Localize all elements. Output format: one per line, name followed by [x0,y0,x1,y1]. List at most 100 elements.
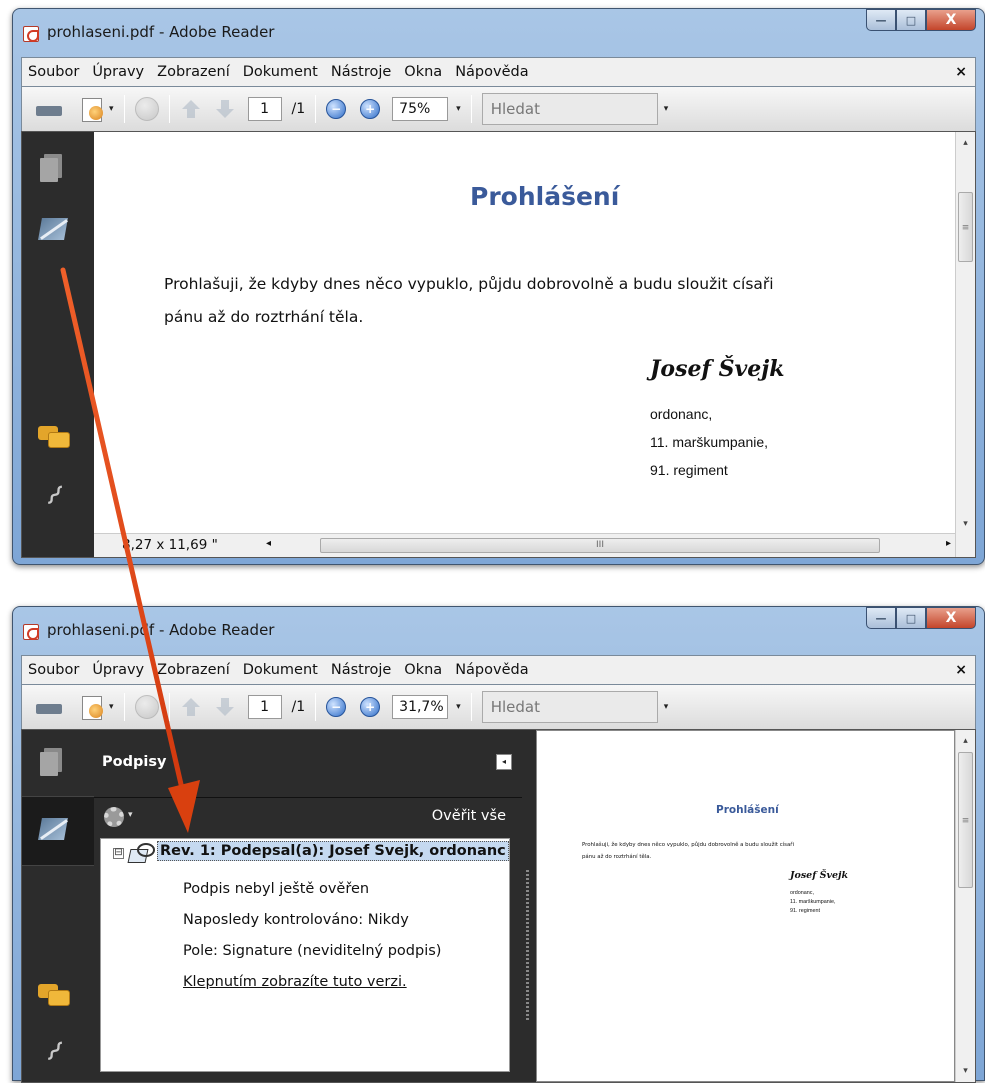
scroll-left-icon[interactable]: ◂ [266,538,271,549]
comments-icon[interactable] [36,422,72,454]
pages-icon[interactable] [36,152,72,184]
page-number-input[interactable]: 1 [247,97,282,121]
scroll-thumb[interactable]: ≡ [958,752,973,888]
page-total: /1 [291,699,306,715]
search-input[interactable]: Hledat [481,691,658,723]
attachments-icon[interactable]: ⌇ [30,1028,78,1076]
title-bar[interactable]: prohlaseni.pdf - Adobe Reader — □ X [21,9,976,57]
zoom-out-icon[interactable]: − [326,697,347,717]
horizontal-scroll-thumb[interactable]: III [320,538,880,553]
next-page-icon[interactable] [214,696,236,718]
page-size-label: 8,27 x 11,69 " [122,537,218,553]
menu-okna[interactable]: Okna [404,64,442,80]
menu-nastroje[interactable]: Nástroje [331,662,391,678]
menu-bar: Soubor Úpravy Zobrazení Dokument Nástroj… [21,57,976,87]
menu-soubor[interactable]: Soubor [28,64,79,80]
comments-icon[interactable] [36,980,72,1012]
signatures-list: ⊟ Rev. 1: Podepsal(a): Josef Svejk, ordo… [100,838,510,1072]
signatures-panel-title: Podpisy [102,754,167,770]
page-number-input[interactable]: 1 [247,695,282,719]
document-view[interactable]: Prohlášení Prohlašuji, že kdyby dnes něc… [536,730,955,1082]
scroll-down-icon[interactable]: ▾ [956,1066,975,1076]
menu-napoveda[interactable]: Nápověda [455,64,528,80]
zoom-level-field[interactable]: 31,7% [392,695,449,719]
horizontal-scrollbar[interactable]: ◂ III ▸ [262,536,955,554]
menu-upravy[interactable]: Úpravy [92,662,144,678]
zoom-in-icon[interactable]: + [360,697,381,717]
previous-page-icon[interactable] [180,696,202,718]
scroll-thumb[interactable]: ≡ [958,192,973,262]
document-view[interactable]: Prohlášení Prohlašuji, že kdyby dnes něc… [94,132,975,557]
panel-resize-handle[interactable] [522,730,536,1082]
zoom-dropdown-icon[interactable]: ▾ [456,702,461,712]
share-icon[interactable] [134,97,159,121]
menu-zobrazeni[interactable]: Zobrazení [157,662,230,678]
menu-napoveda[interactable]: Nápověda [455,662,528,678]
search-input[interactable]: Hledat [481,93,658,125]
scroll-up-icon[interactable]: ▴ [956,138,975,148]
collaborate-icon[interactable] [80,694,106,720]
minimize-button[interactable]: — [866,9,896,31]
collapse-tree-icon[interactable]: ⊟ [113,848,124,859]
document-body-line1: Prohlašuji, že kdyby dnes něco vypuklo, … [164,275,774,293]
signature-detail-field: Pole: Signature (neviditelný podpis) [183,943,442,959]
reader-window-before: prohlaseni.pdf - Adobe Reader — □ X Soub… [12,8,985,565]
signatures-icon[interactable] [36,214,72,246]
zoom-in-icon[interactable]: + [360,99,381,119]
pages-icon[interactable] [36,746,72,778]
scroll-down-icon[interactable]: ▾ [956,519,975,529]
title-bar[interactable]: prohlaseni.pdf - Adobe Reader — □ X [21,607,976,655]
menu-dokument[interactable]: Dokument [243,662,318,678]
print-icon[interactable] [36,696,62,720]
page-total: /1 [291,101,306,117]
close-document-icon[interactable]: × [955,662,967,678]
view-version-link[interactable]: Klepnutím zobrazíte tuto verzi. [183,974,407,990]
vertical-scrollbar[interactable]: ▴ ≡ ▾ [955,730,975,1082]
collapse-panel-icon[interactable]: ◂ [496,754,512,770]
search-dropdown-icon[interactable]: ▾ [664,104,669,114]
content-area: ⌇ Podpisy ◂ ▾ Ověřit vše ⊟ Rev. 1: Podep… [21,729,976,1083]
chevron-down-icon[interactable]: ▾ [109,104,114,114]
signature-status-icon [129,843,155,863]
signature-name: Josef Švejk [650,356,785,382]
signatures-panel-toolbar: ▾ Ověřit vše [94,798,522,838]
toolbar: ▾ 1 /1 − + 31,7% ▾ Hledat ▾ [21,685,976,729]
menu-okna[interactable]: Okna [404,662,442,678]
search-dropdown-icon[interactable]: ▾ [664,702,669,712]
menu-zobrazeni[interactable]: Zobrazení [157,64,230,80]
close-document-icon[interactable]: × [955,64,967,80]
pdf-app-icon [23,624,39,640]
vertical-scrollbar[interactable]: ▴ ≡ ▾ [955,132,975,557]
previous-page-icon[interactable] [180,98,202,120]
attachments-icon[interactable]: ⌇ [30,472,78,520]
maximize-button[interactable]: □ [896,607,926,629]
verify-all-button[interactable]: Ověřit vše [432,808,506,824]
window-title: prohlaseni.pdf - Adobe Reader [47,23,275,41]
close-button[interactable]: X [926,607,976,629]
menu-upravy[interactable]: Úpravy [92,64,144,80]
zoom-dropdown-icon[interactable]: ▾ [456,104,461,114]
menu-nastroje[interactable]: Nástroje [331,64,391,80]
scroll-right-icon[interactable]: ▸ [946,538,951,549]
gear-icon[interactable] [104,807,124,827]
next-page-icon[interactable] [214,98,236,120]
menu-soubor[interactable]: Soubor [28,662,79,678]
scroll-up-icon[interactable]: ▴ [956,736,975,746]
share-icon[interactable] [134,695,159,719]
print-icon[interactable] [36,98,62,122]
collaborate-icon[interactable] [80,96,106,122]
signatures-icon[interactable] [36,814,72,846]
signature-name: Josef Švejk [790,870,849,881]
signature-role: ordonanc, [650,406,713,422]
signatures-panel: Podpisy ◂ ▾ Ověřit vše ⊟ Rev. 1: Podepsa… [94,730,522,1082]
chevron-down-icon[interactable]: ▾ [109,702,114,712]
options-dropdown-icon[interactable]: ▾ [128,810,133,820]
zoom-out-icon[interactable]: − [326,99,347,119]
close-button[interactable]: X [926,9,976,31]
maximize-button[interactable]: □ [896,9,926,31]
zoom-level-field[interactable]: 75% [392,97,449,121]
menu-dokument[interactable]: Dokument [243,64,318,80]
signature-revision-label[interactable]: Rev. 1: Podepsal(a): Josef Svejk, ordona… [157,841,509,861]
minimize-button[interactable]: — [866,607,896,629]
menu-bar: Soubor Úpravy Zobrazení Dokument Nástroj… [21,655,976,685]
